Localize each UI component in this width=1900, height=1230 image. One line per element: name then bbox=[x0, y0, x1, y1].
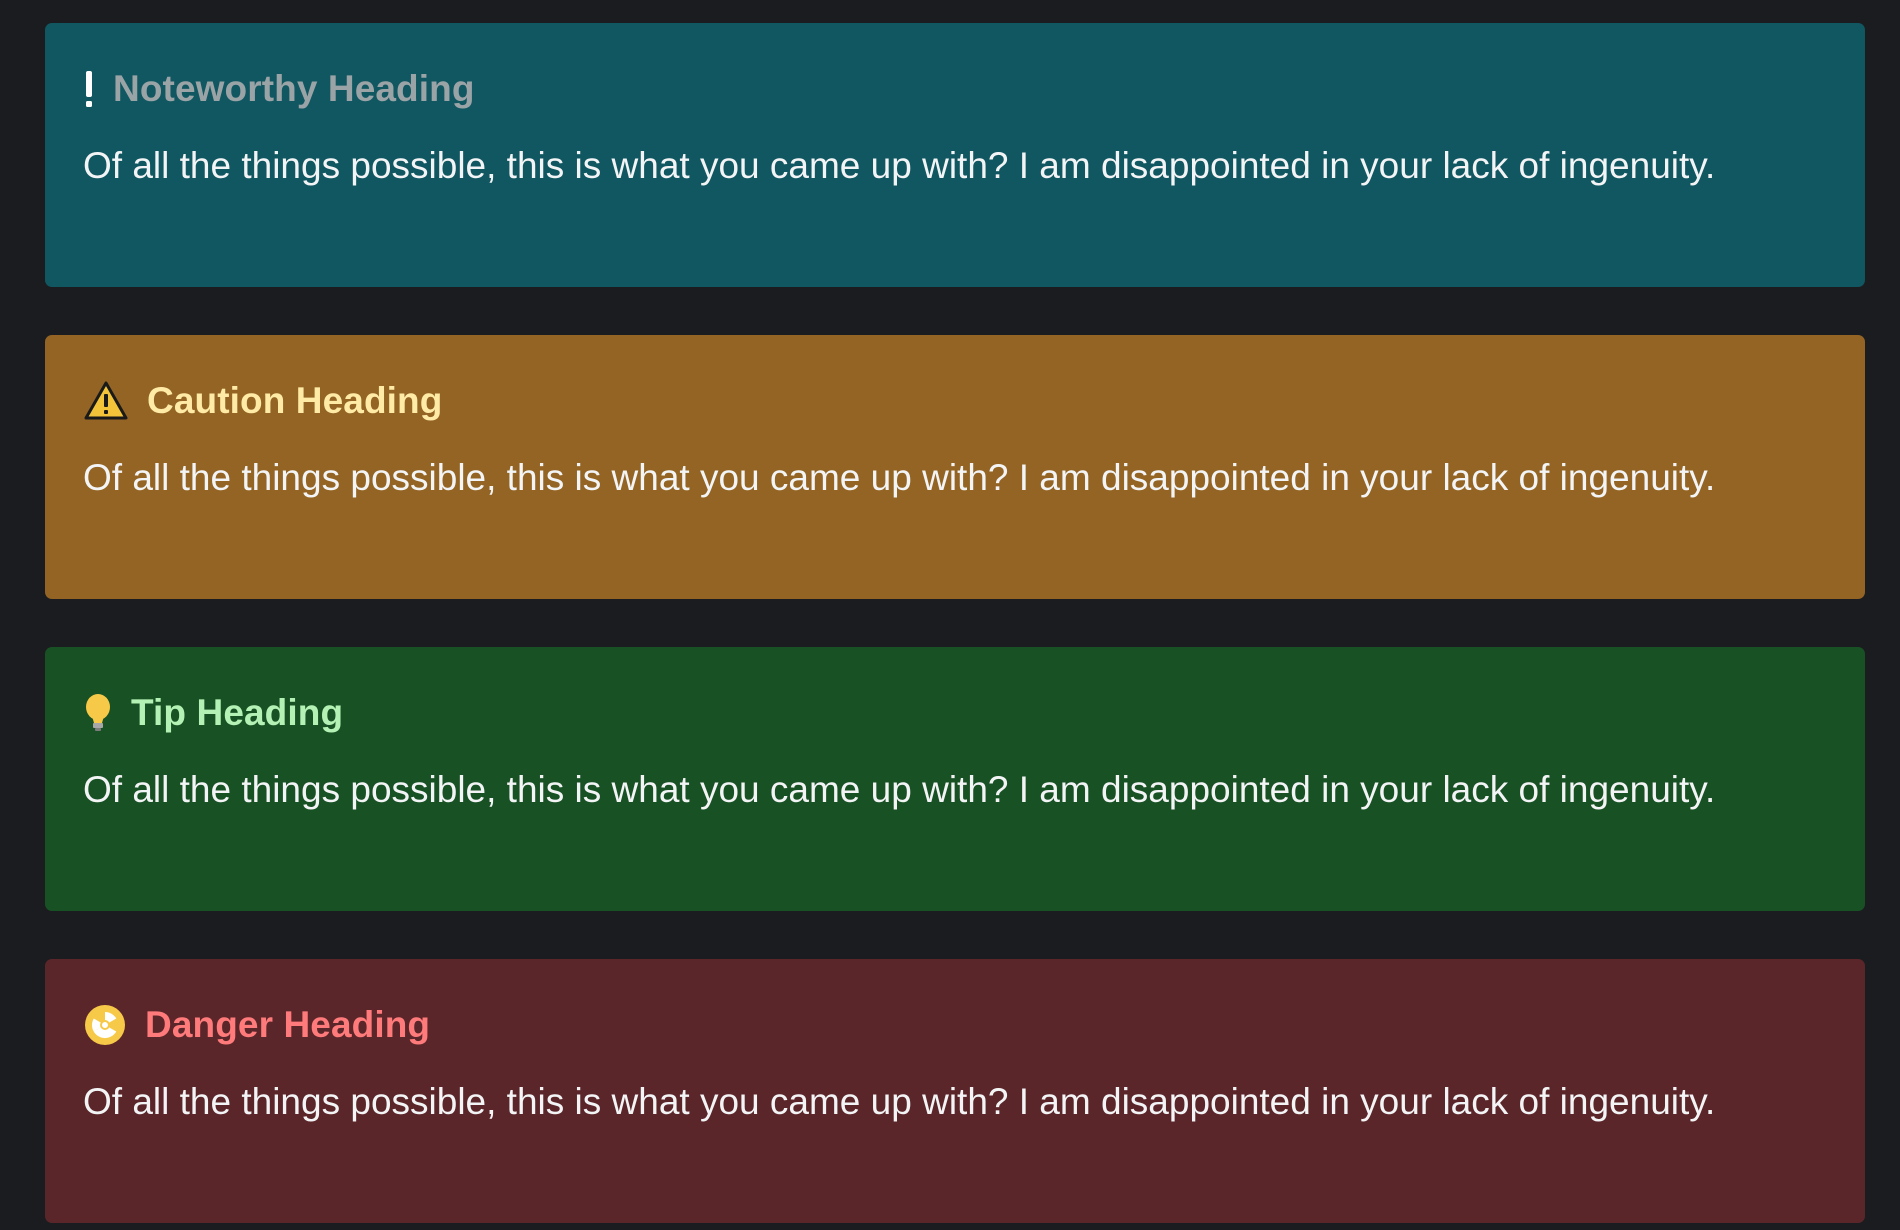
exclamation-icon bbox=[83, 69, 95, 109]
radioactive-icon bbox=[83, 1003, 127, 1047]
page: Noteworthy Heading Of all the things pos… bbox=[0, 0, 1900, 1230]
admonition-body: Of all the things possible, this is what… bbox=[83, 1081, 1716, 1122]
admonition-heading: Caution Heading bbox=[83, 379, 442, 423]
lightbulb-icon bbox=[83, 692, 113, 734]
admonition-heading-text: Danger Heading bbox=[145, 1004, 431, 1045]
admonition-tip: Tip Heading Of all the things possible, … bbox=[45, 647, 1865, 911]
admonition-heading-text: Noteworthy Heading bbox=[113, 68, 475, 109]
admonition-heading: Noteworthy Heading bbox=[83, 67, 475, 111]
admonition-heading-text: Tip Heading bbox=[131, 692, 344, 733]
admonition-body: Of all the things possible, this is what… bbox=[83, 145, 1716, 186]
admonition-body: Of all the things possible, this is what… bbox=[83, 769, 1716, 810]
warning-triangle-icon bbox=[83, 380, 129, 422]
admonition-note: Noteworthy Heading Of all the things pos… bbox=[45, 23, 1865, 287]
admonition-heading-text: Caution Heading bbox=[147, 380, 443, 421]
admonition-heading: Tip Heading bbox=[83, 691, 343, 735]
admonition-caution: Caution Heading Of all the things possib… bbox=[45, 335, 1865, 599]
admonition-body: Of all the things possible, this is what… bbox=[83, 457, 1716, 498]
admonition-danger: Danger Heading Of all the things possibl… bbox=[45, 959, 1865, 1223]
admonition-heading: Danger Heading bbox=[83, 1003, 430, 1047]
